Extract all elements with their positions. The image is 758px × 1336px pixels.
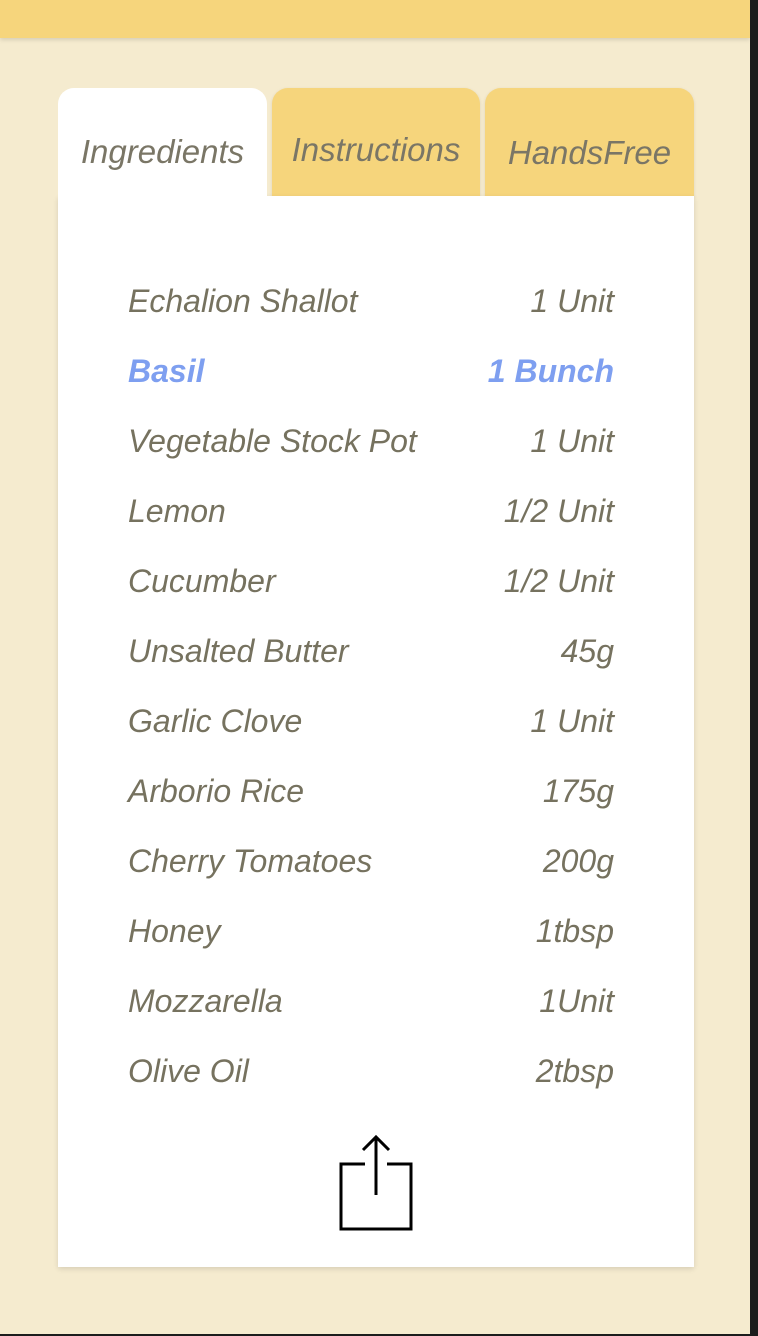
ingredient-row[interactable]: Unsalted Butter 45g	[128, 633, 614, 673]
ingredient-row[interactable]: Vegetable Stock Pot 1 Unit	[128, 423, 614, 463]
ingredient-name: Mozzarella	[128, 983, 283, 1019]
share-button[interactable]	[338, 1134, 414, 1232]
ingredient-quantity: 1 Bunch	[487, 353, 614, 389]
ingredient-name: Garlic Clove	[128, 703, 303, 739]
tab-handsfree-label: HandsFree	[507, 134, 672, 171]
tab-ingredients[interactable]: Ingredients	[58, 88, 267, 198]
ingredient-quantity: 45g	[560, 633, 614, 669]
tab-ingredients-label: Ingredients	[80, 133, 245, 170]
ingredient-quantity: 1 Unit	[530, 283, 614, 319]
ingredient-quantity: 1/2 Unit	[503, 493, 614, 529]
window-edge-right	[750, 0, 758, 1336]
ingredient-quantity: 2tbsp	[535, 1053, 614, 1089]
tab-instructions-label: Instructions	[291, 131, 461, 168]
ingredient-row[interactable]: Mozzarella 1Unit	[128, 983, 614, 1023]
ingredient-name: Olive Oil	[128, 1053, 249, 1089]
ingredient-name: Unsalted Butter	[128, 633, 349, 669]
ingredient-row[interactable]: Olive Oil 2tbsp	[128, 1053, 614, 1093]
ingredient-name: Honey	[128, 913, 221, 949]
ingredient-name: Arborio Rice	[128, 773, 305, 809]
ingredient-row[interactable]: Garlic Clove 1 Unit	[128, 703, 614, 743]
ingredient-row[interactable]: Honey 1tbsp	[128, 913, 614, 953]
ingredient-quantity: 1/2 Unit	[503, 563, 614, 599]
top-bar	[0, 0, 750, 38]
ingredient-name: Vegetable Stock Pot	[128, 423, 417, 459]
ingredient-quantity: 1 Unit	[530, 703, 614, 739]
ingredient-quantity: 1tbsp	[535, 913, 614, 949]
ingredient-name: Cucumber	[128, 563, 276, 599]
ingredient-quantity: 1Unit	[539, 983, 614, 1019]
ingredient-row[interactable]: Cherry Tomatoes 200g	[128, 843, 614, 883]
ingredient-row[interactable]: Cucumber 1/2 Unit	[128, 563, 614, 603]
tab-handsfree[interactable]: HandsFree	[485, 88, 694, 198]
ingredient-name: Echalion Shallot	[128, 283, 358, 319]
ingredient-quantity: 175g	[542, 773, 614, 809]
ingredient-row-highlighted[interactable]: Basil 1 Bunch	[128, 353, 614, 393]
share-icon	[339, 1134, 413, 1231]
ingredients-card: Echalion Shallot 1 Unit Basil 1 Bunch Ve…	[58, 196, 694, 1267]
ingredient-quantity: 200g	[542, 843, 614, 879]
ingredient-name: Lemon	[128, 493, 226, 529]
ingredient-name: Cherry Tomatoes	[128, 843, 373, 879]
ingredient-row[interactable]: Arborio Rice 175g	[128, 773, 614, 813]
ingredient-row[interactable]: Lemon 1/2 Unit	[128, 493, 614, 533]
tab-instructions[interactable]: Instructions	[272, 88, 480, 198]
ingredient-quantity: 1 Unit	[530, 423, 614, 459]
ingredient-name: Basil	[128, 353, 205, 389]
ingredient-row[interactable]: Echalion Shallot 1 Unit	[128, 283, 614, 323]
